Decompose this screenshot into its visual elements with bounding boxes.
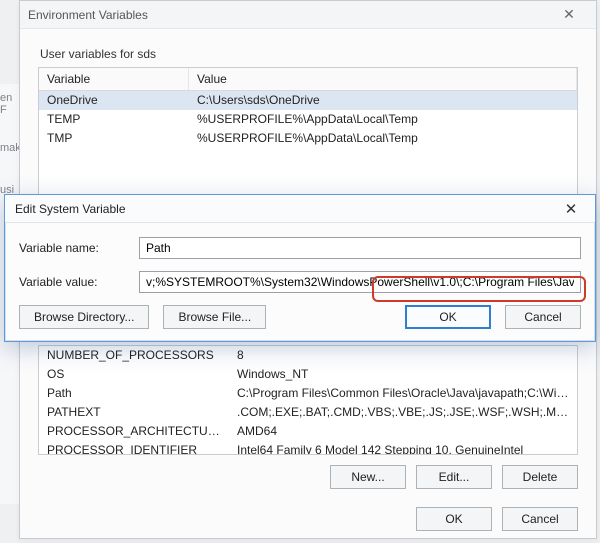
- table-row[interactable]: PROCESSOR_IDENTIFIER Intel64 Family 6 Mo…: [39, 441, 577, 455]
- edit-button[interactable]: Edit...: [416, 465, 492, 489]
- table-row[interactable]: PATHEXT .COM;.EXE;.BAT;.CMD;.VBS;.VBE;.J…: [39, 403, 577, 422]
- table-row[interactable]: OS Windows_NT: [39, 365, 577, 384]
- cancel-button[interactable]: Cancel: [502, 507, 578, 531]
- close-icon[interactable]: ✕: [550, 1, 588, 28]
- edit-dialog-titlebar[interactable]: Edit System Variable ✕: [5, 195, 595, 223]
- browse-directory-button[interactable]: Browse Directory...: [19, 305, 149, 329]
- system-vars-button-row: New... Edit... Delete: [38, 465, 578, 489]
- new-button[interactable]: New...: [330, 465, 406, 489]
- variable-name-label: Variable name:: [19, 241, 139, 255]
- table-row[interactable]: NUMBER_OF_PROCESSORS 8: [39, 346, 577, 365]
- variable-name-input[interactable]: [139, 237, 581, 259]
- variable-value-label: Variable value:: [19, 275, 139, 289]
- table-row[interactable]: TMP %USERPROFILE%\AppData\Local\Temp: [39, 129, 577, 148]
- edit-system-variable-dialog: Edit System Variable ✕ Variable name: Va…: [4, 194, 596, 342]
- system-variables-table[interactable]: NUMBER_OF_PROCESSORS 8 OS Windows_NT Pat…: [38, 345, 578, 455]
- column-variable[interactable]: Variable: [39, 68, 189, 90]
- variable-value-input[interactable]: [139, 271, 581, 293]
- table-row[interactable]: Path C:\Program Files\Common Files\Oracl…: [39, 384, 577, 403]
- delete-button[interactable]: Delete: [502, 465, 578, 489]
- table-row[interactable]: TEMP %USERPROFILE%\AppData\Local\Temp: [39, 110, 577, 129]
- env-dialog-footer-buttons: OK Cancel: [38, 507, 578, 531]
- cancel-button[interactable]: Cancel: [505, 305, 581, 329]
- table-row[interactable]: PROCESSOR_ARCHITECTURE AMD64: [39, 422, 577, 441]
- close-icon[interactable]: ✕: [551, 195, 591, 222]
- env-dialog-title: Environment Variables: [28, 8, 148, 22]
- browse-file-button[interactable]: Browse File...: [163, 305, 266, 329]
- user-variables-table[interactable]: Variable Value OneDrive C:\Users\sds\One…: [38, 67, 578, 197]
- table-header: Variable Value: [39, 68, 577, 91]
- ok-button[interactable]: OK: [416, 507, 492, 531]
- env-dialog-titlebar[interactable]: Environment Variables ✕: [20, 1, 596, 29]
- ok-button[interactable]: OK: [405, 305, 491, 329]
- table-row[interactable]: OneDrive C:\Users\sds\OneDrive: [39, 91, 577, 110]
- column-value[interactable]: Value: [189, 68, 577, 90]
- edit-dialog-title: Edit System Variable: [15, 202, 126, 216]
- user-variables-label: User variables for sds: [40, 47, 578, 61]
